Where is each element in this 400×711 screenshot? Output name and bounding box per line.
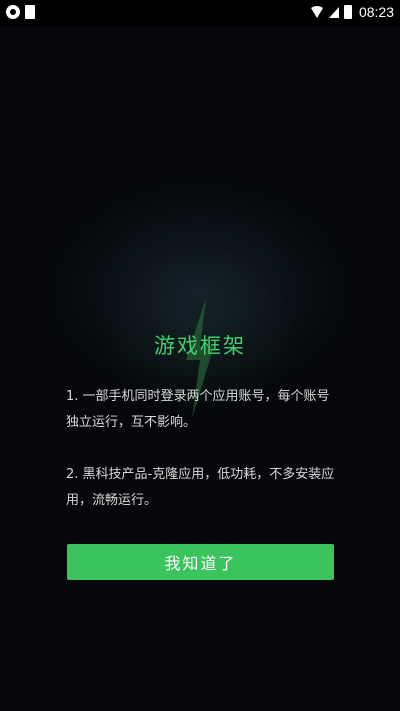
feature-paragraph-1: 1. 一部手机同时登录两个应用账号，每个账号独立运行，互不影响。 (66, 389, 330, 430)
intro-dialog: 游戏框架 1. 一部手机同时登录两个应用账号，每个账号独立运行，互不影响。 2.… (0, 0, 400, 711)
feature-paragraph-2: 2. 黑科技产品-克隆应用，低功耗，不多安装应用，流畅运行。 (66, 467, 335, 508)
dialog-title: 游戏框架 (154, 334, 246, 358)
got-it-button[interactable]: 我知道了 (67, 544, 334, 580)
screen: 08:23 游戏框架 1. 一部手机同时登录两个应用账号，每个账号独立运行，互不… (0, 0, 400, 711)
